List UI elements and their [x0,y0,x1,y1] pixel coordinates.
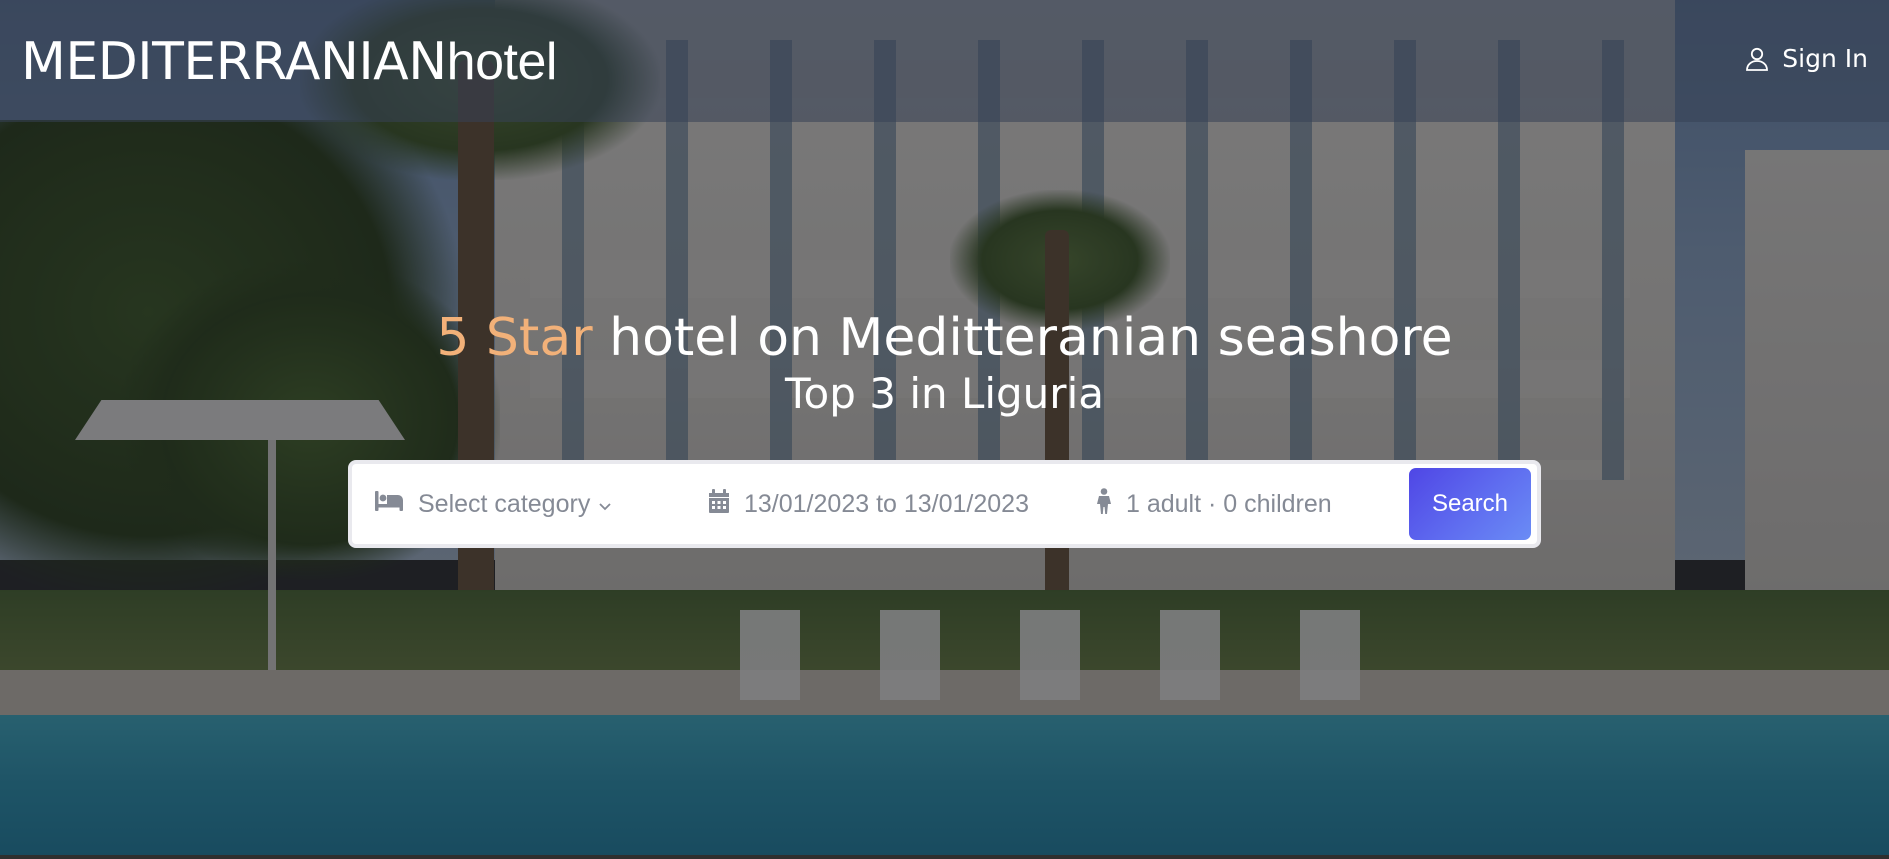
sign-in-label: Sign In [1782,44,1868,73]
chevron-down-icon [598,490,612,519]
guests-input[interactable]: 1 adult · 0 children [1096,464,1416,544]
sign-in-link[interactable]: Sign In [1744,44,1868,73]
booking-search-bar: Select category 13/01/2023 to 13/01/2023… [348,460,1541,548]
top-header: MEDITERRANIANhotel Sign In [0,0,1889,122]
person-icon [1096,487,1112,521]
category-select[interactable]: Select category [374,464,674,544]
hero-title: 5 Star hotel on Meditteranian seashore [0,306,1889,370]
hero-subtitle: Top 3 in Liguria [785,369,1104,418]
category-select-value: Select category [418,489,591,518]
date-range-input[interactable]: 13/01/2023 to 13/01/2023 [708,464,1068,544]
calendar-icon [708,488,730,520]
search-button[interactable]: Search [1409,468,1531,540]
guests-value: 1 adult · 0 children [1126,489,1332,518]
hero-background-image [0,0,1889,859]
bed-icon [374,490,404,519]
hero-title-accent: 5 Star [436,308,593,368]
brand-name-strong: MEDITERRANIAN [21,32,447,92]
brand-name-light: hotel [446,33,558,91]
brand-logo[interactable]: MEDITERRANIANhotel [21,32,557,92]
user-icon [1744,46,1770,72]
hero-title-rest: hotel on Meditteranian seashore [592,308,1453,368]
date-range-value: 13/01/2023 to 13/01/2023 [744,489,1029,518]
